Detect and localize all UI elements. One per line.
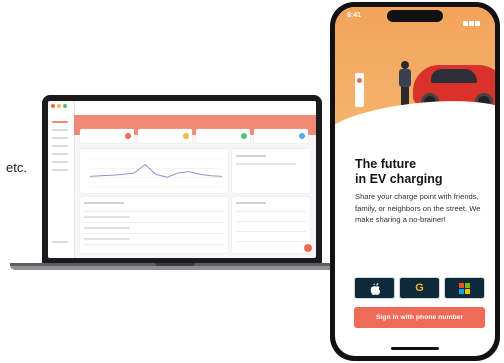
kpi-card xyxy=(196,129,250,143)
sidebar-item[interactable] xyxy=(52,161,68,163)
sidebar-item[interactable] xyxy=(52,137,68,139)
apple-signin-button[interactable] xyxy=(354,277,395,299)
google-icon: G xyxy=(415,282,424,294)
signal-icon xyxy=(463,13,485,26)
dashboard-screen xyxy=(48,101,316,258)
headline-line-2: in EV charging xyxy=(355,172,443,186)
dynamic-island xyxy=(387,10,443,22)
laptop-notch xyxy=(155,263,195,266)
phone-mockup: 9:41 The future in EV charging Share you… xyxy=(330,2,500,361)
headline-line-1: The future xyxy=(355,157,417,171)
usage-chart-panel xyxy=(80,149,228,193)
sidebar-item[interactable] xyxy=(52,169,68,171)
kpi-card xyxy=(254,129,308,143)
usage-line-chart xyxy=(89,158,223,188)
phone-signin-button[interactable]: Sign in with phone number xyxy=(354,307,485,328)
laptop-lid xyxy=(42,95,322,265)
sidebar-item[interactable] xyxy=(52,145,68,147)
microsoft-icon xyxy=(459,283,471,295)
apple-icon xyxy=(370,283,381,295)
dashboard-topbar xyxy=(74,101,316,116)
home-indicator xyxy=(391,347,439,350)
window-dot xyxy=(57,104,61,108)
sidebar-item[interactable] xyxy=(52,153,68,155)
dashboard-sidebar xyxy=(48,101,75,258)
person-illustration xyxy=(399,61,411,105)
side-panel xyxy=(232,149,310,193)
car-window xyxy=(431,69,477,83)
kpi-card xyxy=(138,129,192,143)
transactions-table xyxy=(80,197,228,253)
sidebar-item[interactable] xyxy=(52,121,68,123)
hero-illustration xyxy=(335,7,495,137)
window-dot xyxy=(63,104,67,108)
headline: The future in EV charging xyxy=(355,157,485,187)
chart-series-line xyxy=(89,163,223,178)
chat-fab[interactable] xyxy=(304,244,312,252)
sidebar-item[interactable] xyxy=(52,241,68,243)
kpi-card xyxy=(80,129,134,143)
laptop-mockup xyxy=(10,95,340,275)
microsoft-signin-button[interactable] xyxy=(444,277,485,299)
window-dot xyxy=(51,104,55,108)
charging-station-icon xyxy=(355,73,364,107)
phone-screen: 9:41 The future in EV charging Share you… xyxy=(335,7,495,356)
sidebar-item[interactable] xyxy=(52,129,68,131)
description-text: Share your charge point with friends, fa… xyxy=(355,192,481,224)
stats-panel xyxy=(232,197,310,253)
google-signin-button[interactable]: G xyxy=(399,277,440,299)
status-time: 9:41 xyxy=(347,12,362,19)
status-bar: 9:41 xyxy=(335,7,495,26)
